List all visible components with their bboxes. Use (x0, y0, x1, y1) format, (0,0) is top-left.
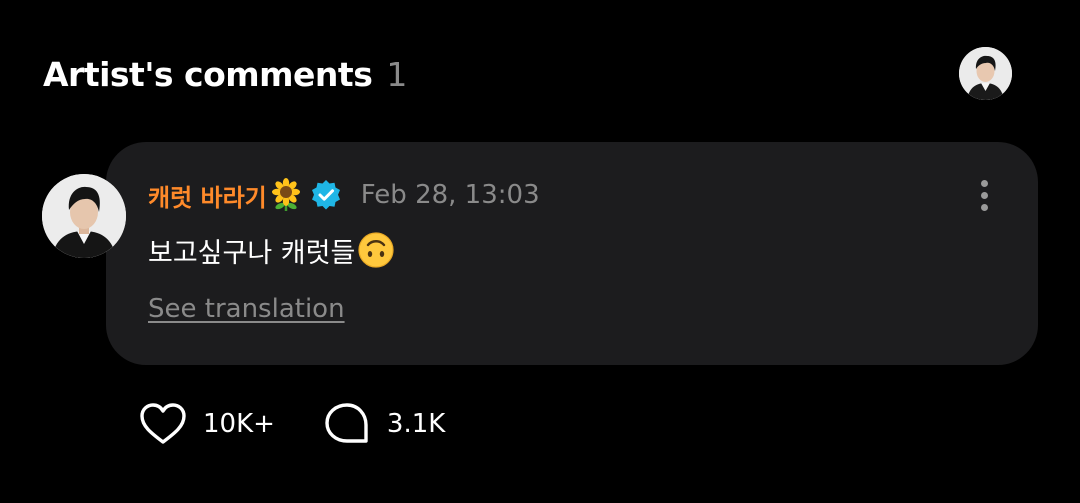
section-header: Artist's comments 1 (43, 48, 407, 100)
reply-button[interactable]: 3.1K (321, 398, 445, 450)
more-options-button[interactable] (966, 176, 1002, 214)
comment-body: 보고싶구나 캐럿들 (148, 228, 395, 272)
more-dot (980, 203, 988, 211)
comment-timestamp: Feb 28, 13:03 (360, 180, 540, 210)
author-name[interactable]: 캐럿 바라기 (148, 178, 267, 213)
comment-actions: 10K+ 3.1K (137, 398, 445, 450)
comment-author-avatar[interactable] (42, 174, 126, 258)
artist-avatar[interactable] (959, 47, 1012, 100)
like-button[interactable]: 10K+ (137, 398, 275, 450)
comment-text: 보고싶구나 캐럿들 (148, 237, 356, 269)
reply-count: 3.1K (386, 409, 446, 439)
upside-down-face-icon (357, 231, 395, 269)
heart-icon (137, 398, 189, 450)
more-dot (980, 191, 988, 199)
more-vertical-icon (980, 179, 988, 187)
verified-badge-icon (309, 178, 343, 212)
like-count: 10K+ (203, 409, 275, 439)
comment-bubble-icon (321, 398, 373, 450)
avatar-portrait-icon (959, 47, 1012, 100)
avatar-portrait-icon (42, 174, 126, 258)
section-title: Artist's comments (43, 54, 373, 94)
sunflower-icon (269, 178, 303, 212)
comment-header: 캐럿 바라기 Feb 28, 13:03 (148, 174, 540, 216)
comment-count: 1 (386, 54, 408, 94)
see-translation-link[interactable]: See translation (148, 294, 345, 324)
